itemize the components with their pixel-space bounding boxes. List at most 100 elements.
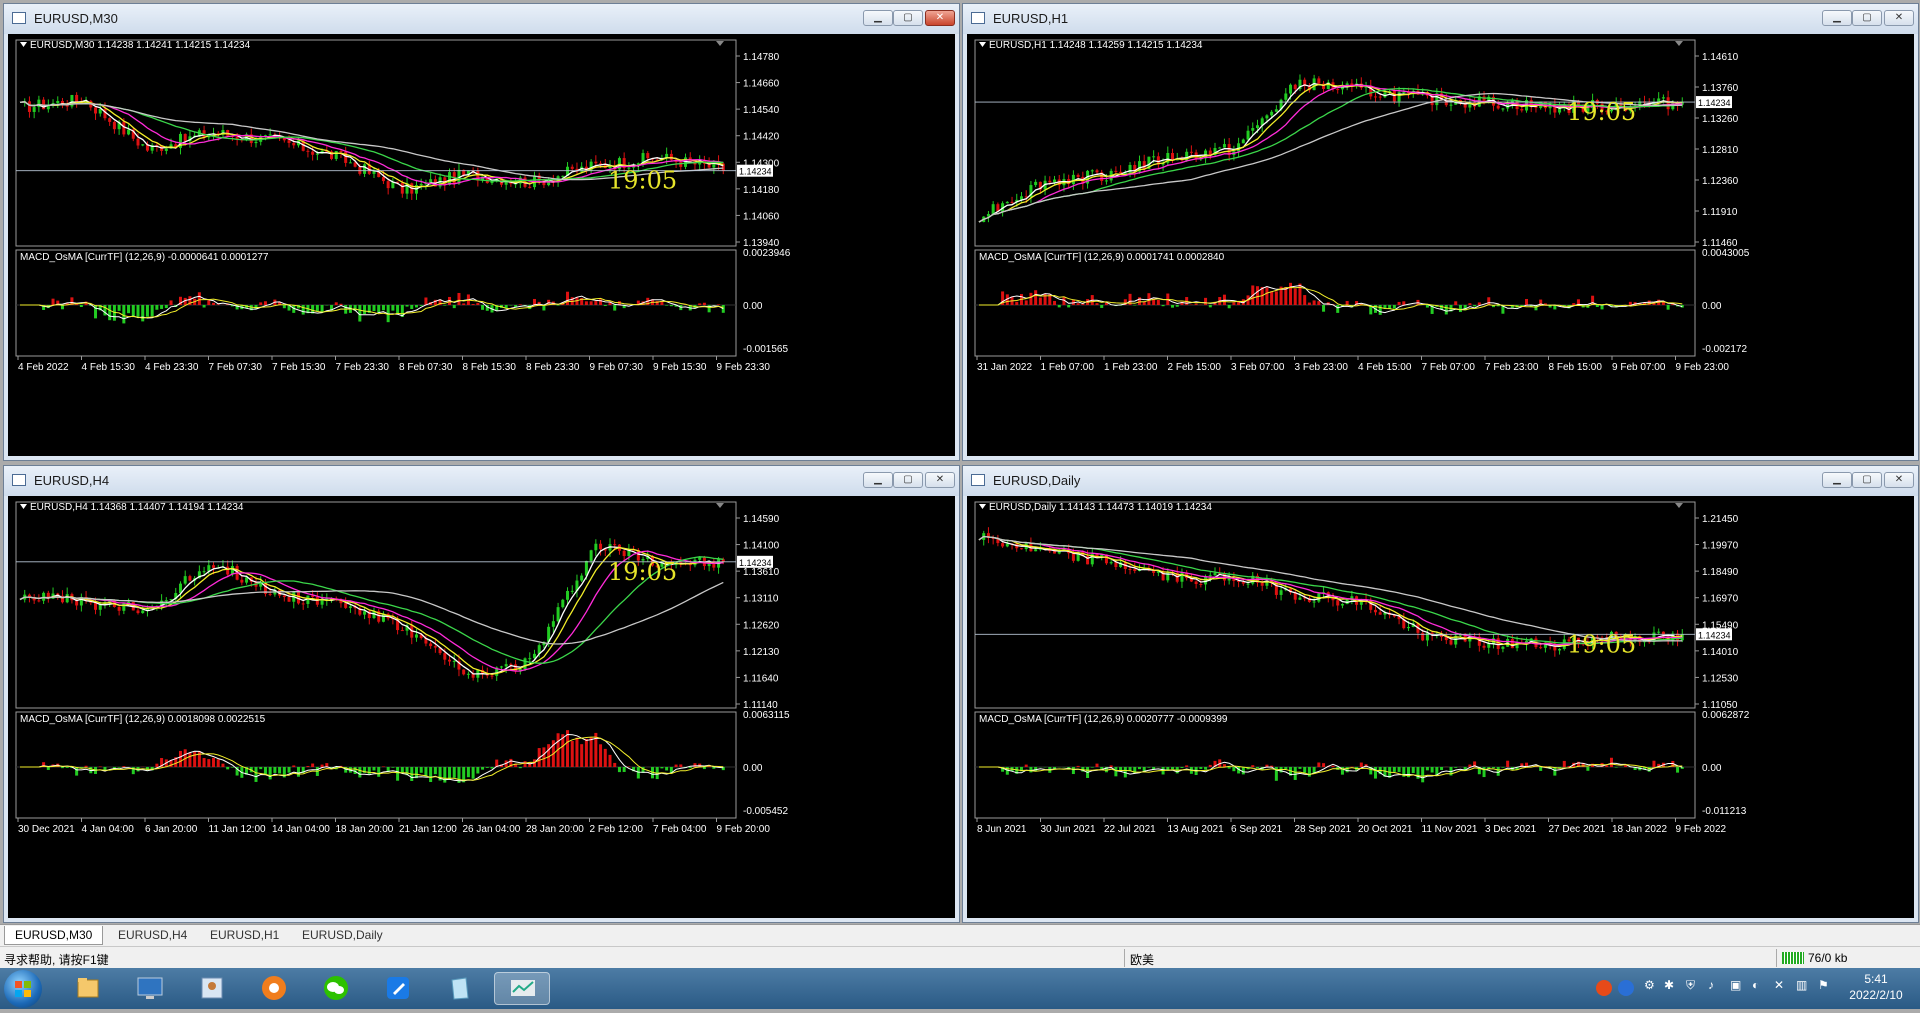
- tray-sogou-icon[interactable]: [1596, 980, 1612, 996]
- tab-eurusd-daily[interactable]: EURUSD,Daily: [292, 926, 393, 945]
- time-axis-label: 8 Feb 23:30: [526, 362, 580, 373]
- time-axis-label: 2 Feb 12:00: [590, 824, 644, 835]
- taskbar-notes-icon[interactable]: [374, 972, 422, 1005]
- tray-help-icon[interactable]: [1618, 980, 1634, 996]
- taskbar-explorer-icon[interactable]: [64, 972, 112, 1005]
- chart-canvas[interactable]: EURUSD,H4 1.14368 1.14407 1.14194 1.1423…: [8, 496, 957, 920]
- close-button[interactable]: ✕: [1884, 10, 1914, 26]
- macd-histogram-bar: [1185, 765, 1188, 767]
- chart-canvas[interactable]: EURUSD,H1 1.14248 1.14259 1.14215 1.1423…: [967, 34, 1916, 458]
- tray-flag-icon[interactable]: ⚑: [1818, 978, 1829, 992]
- close-button[interactable]: ✕: [925, 10, 955, 26]
- chart-window-daily[interactable]: EURUSD,Daily ▁ ▢ ✕ EURUSD,Daily 1.14143 …: [962, 465, 1919, 923]
- macd-histogram-bar: [151, 305, 154, 316]
- macd-label: MACD_OsMA [CurrTF] (12,26,9) -0.0000641 …: [20, 252, 269, 263]
- chart-area[interactable]: EURUSD,M30 1.14238 1.14241 1.14215 1.142…: [8, 34, 955, 456]
- tray-network-icon[interactable]: ▥: [1796, 978, 1807, 992]
- maximize-button[interactable]: ▢: [1852, 472, 1882, 488]
- maximize-button[interactable]: ▢: [893, 472, 923, 488]
- macd-histogram-bar: [1270, 291, 1273, 305]
- symbol-info-label: EURUSD,H4 1.14368 1.14407 1.14194 1.1423…: [30, 502, 244, 513]
- window-titlebar[interactable]: EURUSD,H1 ▁ ▢ ✕: [963, 4, 1918, 34]
- macd-histogram-bar: [1596, 305, 1599, 307]
- taskbar-wechat-icon[interactable]: [312, 972, 360, 1005]
- chart-area[interactable]: EURUSD,Daily 1.14143 1.14473 1.14019 1.1…: [967, 496, 1914, 918]
- candle-body: [288, 140, 291, 143]
- candle-body: [580, 576, 583, 581]
- maximize-button[interactable]: ▢: [893, 10, 923, 26]
- time-axis-label: 7 Feb 23:00: [1485, 362, 1539, 373]
- tray-mute-icon[interactable]: ✕: [1774, 978, 1784, 992]
- time-axis-label: 4 Feb 2022: [18, 362, 69, 373]
- start-button[interactable]: [4, 970, 42, 1008]
- chart-canvas[interactable]: EURUSD,M30 1.14238 1.14241 1.14215 1.142…: [8, 34, 957, 458]
- candle-body: [448, 660, 451, 662]
- tray-wechat-icon[interactable]: ◐: [1752, 978, 1759, 992]
- minimize-button[interactable]: ▁: [863, 472, 893, 488]
- price-tick-label: 1.14010: [1702, 647, 1739, 658]
- macd-histogram-bar: [1162, 305, 1165, 306]
- tray-settings-icon[interactable]: ⚙: [1644, 978, 1655, 992]
- taskbar-browser-icon[interactable]: [250, 972, 298, 1005]
- moving-average-line: [979, 537, 1682, 645]
- close-button[interactable]: ✕: [925, 472, 955, 488]
- window-titlebar[interactable]: EURUSD,Daily ▁ ▢ ✕: [963, 466, 1918, 496]
- chart-window-h1[interactable]: EURUSD,H1 ▁ ▢ ✕ EURUSD,H1 1.14248 1.1425…: [962, 3, 1919, 461]
- time-axis-label: 8 Feb 07:30: [399, 362, 453, 373]
- candle-body: [1294, 85, 1297, 89]
- chart-window-h4[interactable]: EURUSD,H4 ▁ ▢ ✕ EURUSD,H4 1.14368 1.1440…: [3, 465, 960, 923]
- price-tick-label: 1.18490: [1702, 567, 1739, 578]
- candle-body: [1133, 569, 1136, 571]
- system-clock[interactable]: 5:41 2022/2/10: [1836, 971, 1916, 1003]
- chart-window-m30[interactable]: EURUSD,M30 ▁ ▢ ✕ EURUSD,M30 1.14238 1.14…: [3, 3, 960, 461]
- chart-area[interactable]: EURUSD,H4 1.14368 1.14407 1.14194 1.1423…: [8, 496, 955, 918]
- tray-volume-icon[interactable]: ♪: [1708, 978, 1714, 992]
- minimize-button[interactable]: ▁: [863, 10, 893, 26]
- candle-body: [1199, 584, 1202, 585]
- candle-body: [113, 122, 116, 129]
- macd-histogram-bar: [1487, 767, 1490, 768]
- window-titlebar[interactable]: EURUSD,H4 ▁ ▢ ✕: [4, 466, 959, 496]
- taskbar-metatrader-icon[interactable]: [494, 972, 550, 1005]
- macd-histogram-bar: [590, 738, 593, 767]
- taskbar-contacts-icon[interactable]: [188, 972, 236, 1005]
- candle-body: [1077, 175, 1080, 177]
- macd-histogram-bar: [1176, 305, 1179, 307]
- candle-body: [1011, 202, 1014, 203]
- macd-histogram-bar: [335, 302, 338, 305]
- minimize-button[interactable]: ▁: [1822, 472, 1852, 488]
- candle-body: [141, 144, 144, 145]
- macd-histogram-bar: [207, 759, 210, 767]
- close-button[interactable]: ✕: [1884, 472, 1914, 488]
- tab-eurusd-h1[interactable]: EURUSD,H1: [200, 926, 289, 945]
- tab-eurusd-h4[interactable]: EURUSD,H4: [108, 926, 197, 945]
- taskbar-app-icon[interactable]: [436, 972, 484, 1005]
- window-titlebar[interactable]: EURUSD,M30 ▁ ▢ ✕: [4, 4, 959, 34]
- chart-canvas[interactable]: EURUSD,Daily 1.14143 1.14473 1.14019 1.1…: [967, 496, 1916, 920]
- macd-histogram-bar: [689, 767, 692, 768]
- clock-overlay-text: 19:05: [608, 167, 677, 195]
- tab-eurusd-m30[interactable]: EURUSD,M30: [4, 926, 103, 945]
- price-tick-label: 1.16970: [1702, 594, 1739, 605]
- macd-label: MACD_OsMA [CurrTF] (12,26,9) 0.0020777 -…: [979, 714, 1228, 725]
- time-axis-label: 9 Feb 07:30: [590, 362, 644, 373]
- tray-monitor-icon[interactable]: ▣: [1730, 978, 1741, 992]
- maximize-button[interactable]: ▢: [1852, 10, 1882, 26]
- macd-histogram-bar: [179, 751, 182, 767]
- candle-body: [1053, 179, 1056, 182]
- candle-body: [623, 551, 626, 556]
- macd-histogram-bar: [1398, 767, 1401, 772]
- taskbar-desktop-icon[interactable]: [126, 972, 174, 1005]
- tray-bluetooth-icon[interactable]: ✱: [1664, 978, 1674, 992]
- macd-histogram-bar: [354, 767, 357, 774]
- candle-body: [1034, 182, 1037, 185]
- candle-body: [1662, 97, 1665, 98]
- macd-histogram-bar: [1563, 761, 1566, 767]
- minimize-button[interactable]: ▁: [1822, 10, 1852, 26]
- candle-body: [500, 666, 503, 667]
- macd-histogram-bar: [1393, 305, 1396, 309]
- chart-area[interactable]: EURUSD,H1 1.14248 1.14259 1.14215 1.1423…: [967, 34, 1914, 456]
- tray-shield-icon[interactable]: ⛨: [1686, 978, 1695, 993]
- macd-histogram-bar: [1431, 767, 1434, 773]
- candle-body: [66, 594, 69, 602]
